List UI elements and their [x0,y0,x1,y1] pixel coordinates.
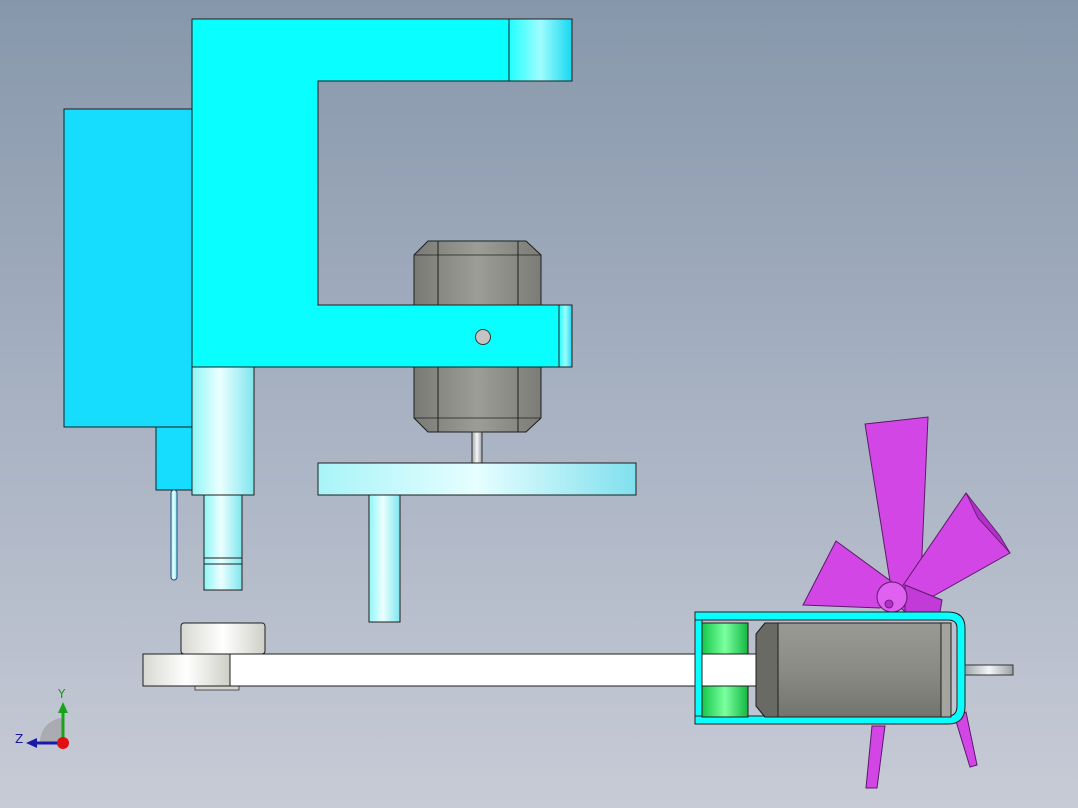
coordinate-triad [26,702,69,749]
horizontal-disc[interactable] [317,462,637,623]
model-scene[interactable] [0,0,1078,808]
spindle[interactable] [191,366,255,591]
y-axis-arrow [58,702,68,713]
cad-viewport[interactable]: Y Z [0,0,1078,808]
y-axis-label: Y [58,687,66,701]
z-axis-label: Z [15,732,24,746]
triad-origin [57,737,69,749]
side-block[interactable] [63,108,193,581]
z-axis-arrow [26,738,37,748]
c-frame[interactable] [191,18,573,368]
fan-propeller[interactable] [802,416,1011,789]
